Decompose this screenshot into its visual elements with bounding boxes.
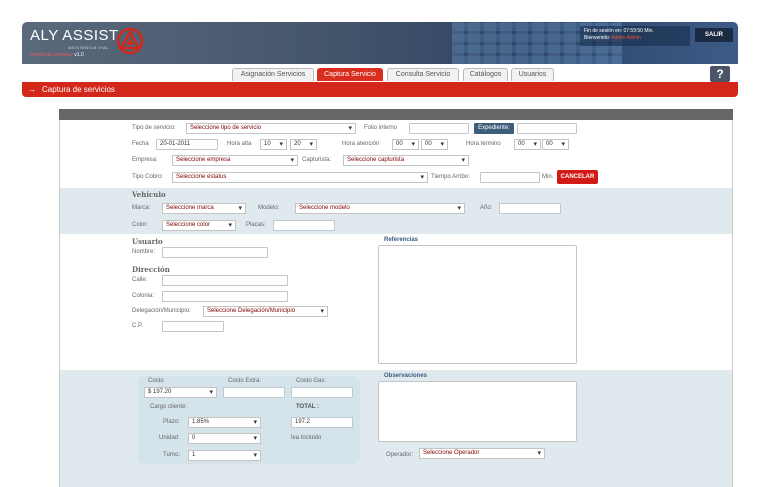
nombre-input[interactable] xyxy=(162,247,268,258)
hora-atencion-hour-select[interactable]: 00 xyxy=(392,139,419,150)
empresa-select[interactable]: Seleccione empresa xyxy=(172,155,298,166)
capturista-select[interactable]: Seleccione capturista xyxy=(343,155,469,166)
delegacion-select[interactable]: Seleccione Delegación/Municipio xyxy=(203,306,328,317)
costo-extra-label: Costo Extra: xyxy=(228,378,262,384)
referencias-textarea[interactable] xyxy=(378,245,577,364)
logo-title: ALY ASSIST xyxy=(30,27,119,44)
tipo-servicio-label: Tipo de servicio: xyxy=(132,125,176,131)
modelo-select[interactable]: Seleccione modelo xyxy=(295,203,465,214)
session-label: Fin de sesión en: xyxy=(584,28,623,34)
unidad-select[interactable]: 0 xyxy=(188,433,261,444)
tab-bar: Asignación Servicios Captura Servicio Co… xyxy=(22,64,738,82)
costo-gas-input[interactable] xyxy=(291,387,353,398)
anio-input[interactable] xyxy=(499,203,561,214)
hora-alta-hour-select[interactable]: 10 xyxy=(260,139,287,150)
usuario-title: Usuario xyxy=(132,237,163,246)
marca-label: Marca: xyxy=(132,205,151,211)
operador-select[interactable]: Seleccione Operador xyxy=(419,448,545,459)
folio-input[interactable] xyxy=(409,123,469,134)
expediente-input[interactable] xyxy=(517,123,577,134)
observaciones-title: Observaciones xyxy=(384,373,428,379)
costo-gas-label: Costo Gas: xyxy=(296,378,327,384)
arrow-right-icon: → xyxy=(28,85,36,94)
color-select[interactable]: Seleccione color xyxy=(162,220,236,231)
cancel-button[interactable]: CANCELAR xyxy=(557,170,598,184)
turno-select[interactable]: 1 xyxy=(188,450,261,461)
session-info: Fin de sesión en: 07:59:50 Min. Bienveni… xyxy=(580,26,690,46)
hora-atencion-label: Hora atención xyxy=(342,141,380,147)
fecha-label: Fecha xyxy=(132,141,149,147)
marca-select[interactable]: Seleccione marca xyxy=(162,203,246,214)
logo-tagline-text: control de servicios xyxy=(30,52,73,58)
logo-triangle-icon xyxy=(116,27,144,55)
tiempo-arribo-input[interactable] xyxy=(480,172,540,183)
logo-version: v1.0 xyxy=(74,52,84,58)
logout-button[interactable]: SALIR xyxy=(695,28,733,42)
tab-captura-servicio[interactable]: Captura Servicio xyxy=(317,68,383,81)
hora-alta-label: Hora alta xyxy=(227,141,252,147)
calle-input[interactable] xyxy=(162,275,288,286)
form-header-bar xyxy=(59,109,733,120)
vehiculo-title: Vehículo xyxy=(132,190,166,199)
hora-alta-minute-select[interactable]: 20 xyxy=(290,139,317,150)
costo-select[interactable]: $ 197.20 xyxy=(144,387,217,398)
costo-extra-input[interactable] xyxy=(223,387,285,398)
welcome-label: Bienvenido: xyxy=(584,35,611,41)
delegacion-label: Delegación/Municipio: xyxy=(132,308,191,314)
unidad-label: Unidad: xyxy=(159,435,180,441)
colonia-input[interactable] xyxy=(162,291,288,302)
page-title-bar: → Captura de servicios xyxy=(22,82,738,97)
costo-label: Costo xyxy=(148,378,164,384)
tiempo-arribo-unit: Min. xyxy=(542,174,554,180)
placas-input[interactable] xyxy=(273,220,335,231)
anio-label: Año: xyxy=(480,205,493,211)
tipo-cobro-select[interactable]: Seleccione estatus xyxy=(172,172,428,183)
logo-subtitle: ASISTENCIA VIAL xyxy=(68,45,109,50)
cp-label: C.P. xyxy=(132,323,143,329)
app-header: ALY ASSIST ASISTENCIA VIAL control de se… xyxy=(22,22,738,64)
empresa-label: Empresa: xyxy=(132,157,158,163)
expediente-button[interactable]: Expediente: xyxy=(474,123,514,134)
hora-termino-label: Hora termino xyxy=(466,141,501,147)
session-time: 07:59:50 Min. xyxy=(623,28,654,34)
page-title: Captura de servicios xyxy=(42,85,115,94)
tab-asignacion-servicios[interactable]: Asignación Servicios xyxy=(232,68,314,81)
cargo-cliente-label: Cargo cliente: xyxy=(150,404,188,410)
calle-label: Calle: xyxy=(132,277,148,283)
tab-consulta-servicio[interactable]: Consulta Servicio xyxy=(387,68,459,81)
help-button[interactable]: ? xyxy=(710,66,730,82)
capturista-label: Capturista: xyxy=(302,157,332,163)
operador-label: Operador: xyxy=(386,452,414,458)
tab-usuarios[interactable]: Usuarios xyxy=(511,68,554,81)
plazo-select[interactable]: 1.85% xyxy=(188,417,261,428)
modelo-label: Modelo: xyxy=(258,205,280,211)
logo-tagline: control de servicios v1.0 xyxy=(30,52,84,58)
color-label: Color: xyxy=(132,222,149,228)
folio-label: Folio interno xyxy=(364,125,398,131)
placas-label: Placas: xyxy=(246,222,266,228)
tiempo-arribo-label: Tiempo Arribo: xyxy=(431,174,470,180)
hora-atencion-minute-select[interactable]: 00 xyxy=(421,139,448,150)
hora-termino-hour-select[interactable]: 00 xyxy=(514,139,541,150)
tipo-servicio-select[interactable]: Seleccione tipo de servicio xyxy=(186,123,356,134)
colonia-label: Colonia: xyxy=(132,293,155,299)
user-name: Admin Admin xyxy=(611,35,641,41)
plazo-label: Plazo: xyxy=(163,419,180,425)
cp-input[interactable] xyxy=(162,321,224,332)
nombre-label: Nombre: xyxy=(132,249,156,255)
fecha-input[interactable]: 20-01-2011 xyxy=(156,139,218,150)
referencias-title: Referencias xyxy=(384,237,419,243)
total-input[interactable]: 197.2 xyxy=(291,417,353,428)
tab-catalogos[interactable]: Catálogos xyxy=(463,68,508,81)
turno-label: Turno: xyxy=(163,452,181,458)
iva-label: Iva Incluido xyxy=(291,435,322,441)
hora-termino-minute-select[interactable]: 00 xyxy=(542,139,569,150)
direccion-title: Dirección xyxy=(132,265,170,274)
total-label: TOTAL : xyxy=(296,404,319,410)
tipo-cobro-label: Tipo Cobro: xyxy=(132,174,164,180)
observaciones-textarea[interactable] xyxy=(378,381,577,442)
